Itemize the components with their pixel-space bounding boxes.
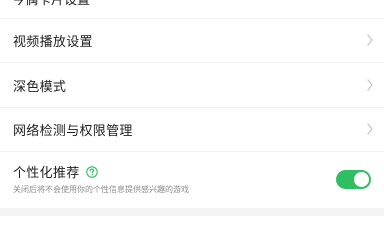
personalized-recommendation-toggle[interactable] — [336, 170, 371, 189]
personalized-recommendation-description: 关闭后将不会使用你的个性信息提供感兴趣的游戏 — [13, 185, 189, 194]
setting-item-label: 网络检测与权限管理 — [13, 123, 133, 139]
section-separator — [0, 208, 384, 216]
chevron-right-icon — [367, 34, 373, 46]
partial-top-item-label: 今偶卡片设置 — [12, 0, 91, 8]
chevron-right-icon — [367, 123, 373, 135]
personalized-recommendation-header: 个性化推荐 — [13, 162, 98, 181]
setting-item-network-permissions[interactable]: 网络检测与权限管理 — [0, 107, 384, 151]
setting-item-dark-mode[interactable]: 深色模式 — [0, 63, 384, 107]
help-circle-icon[interactable] — [85, 165, 98, 178]
chevron-right-icon — [367, 79, 373, 91]
setting-item-video-playback[interactable]: 视频播放设置 — [0, 18, 384, 62]
personalized-recommendation-title: 个性化推荐 — [13, 166, 80, 181]
setting-item-label: 深色模式 — [13, 79, 67, 95]
toggle-knob — [354, 172, 369, 187]
setting-item-label: 视频播放设置 — [13, 34, 93, 50]
settings-screen: 今偶卡片设置 视频播放设置 深色模式 网络检测与权限管理 个性化推荐 关闭后将不… — [0, 0, 384, 216]
divider — [0, 151, 384, 152]
